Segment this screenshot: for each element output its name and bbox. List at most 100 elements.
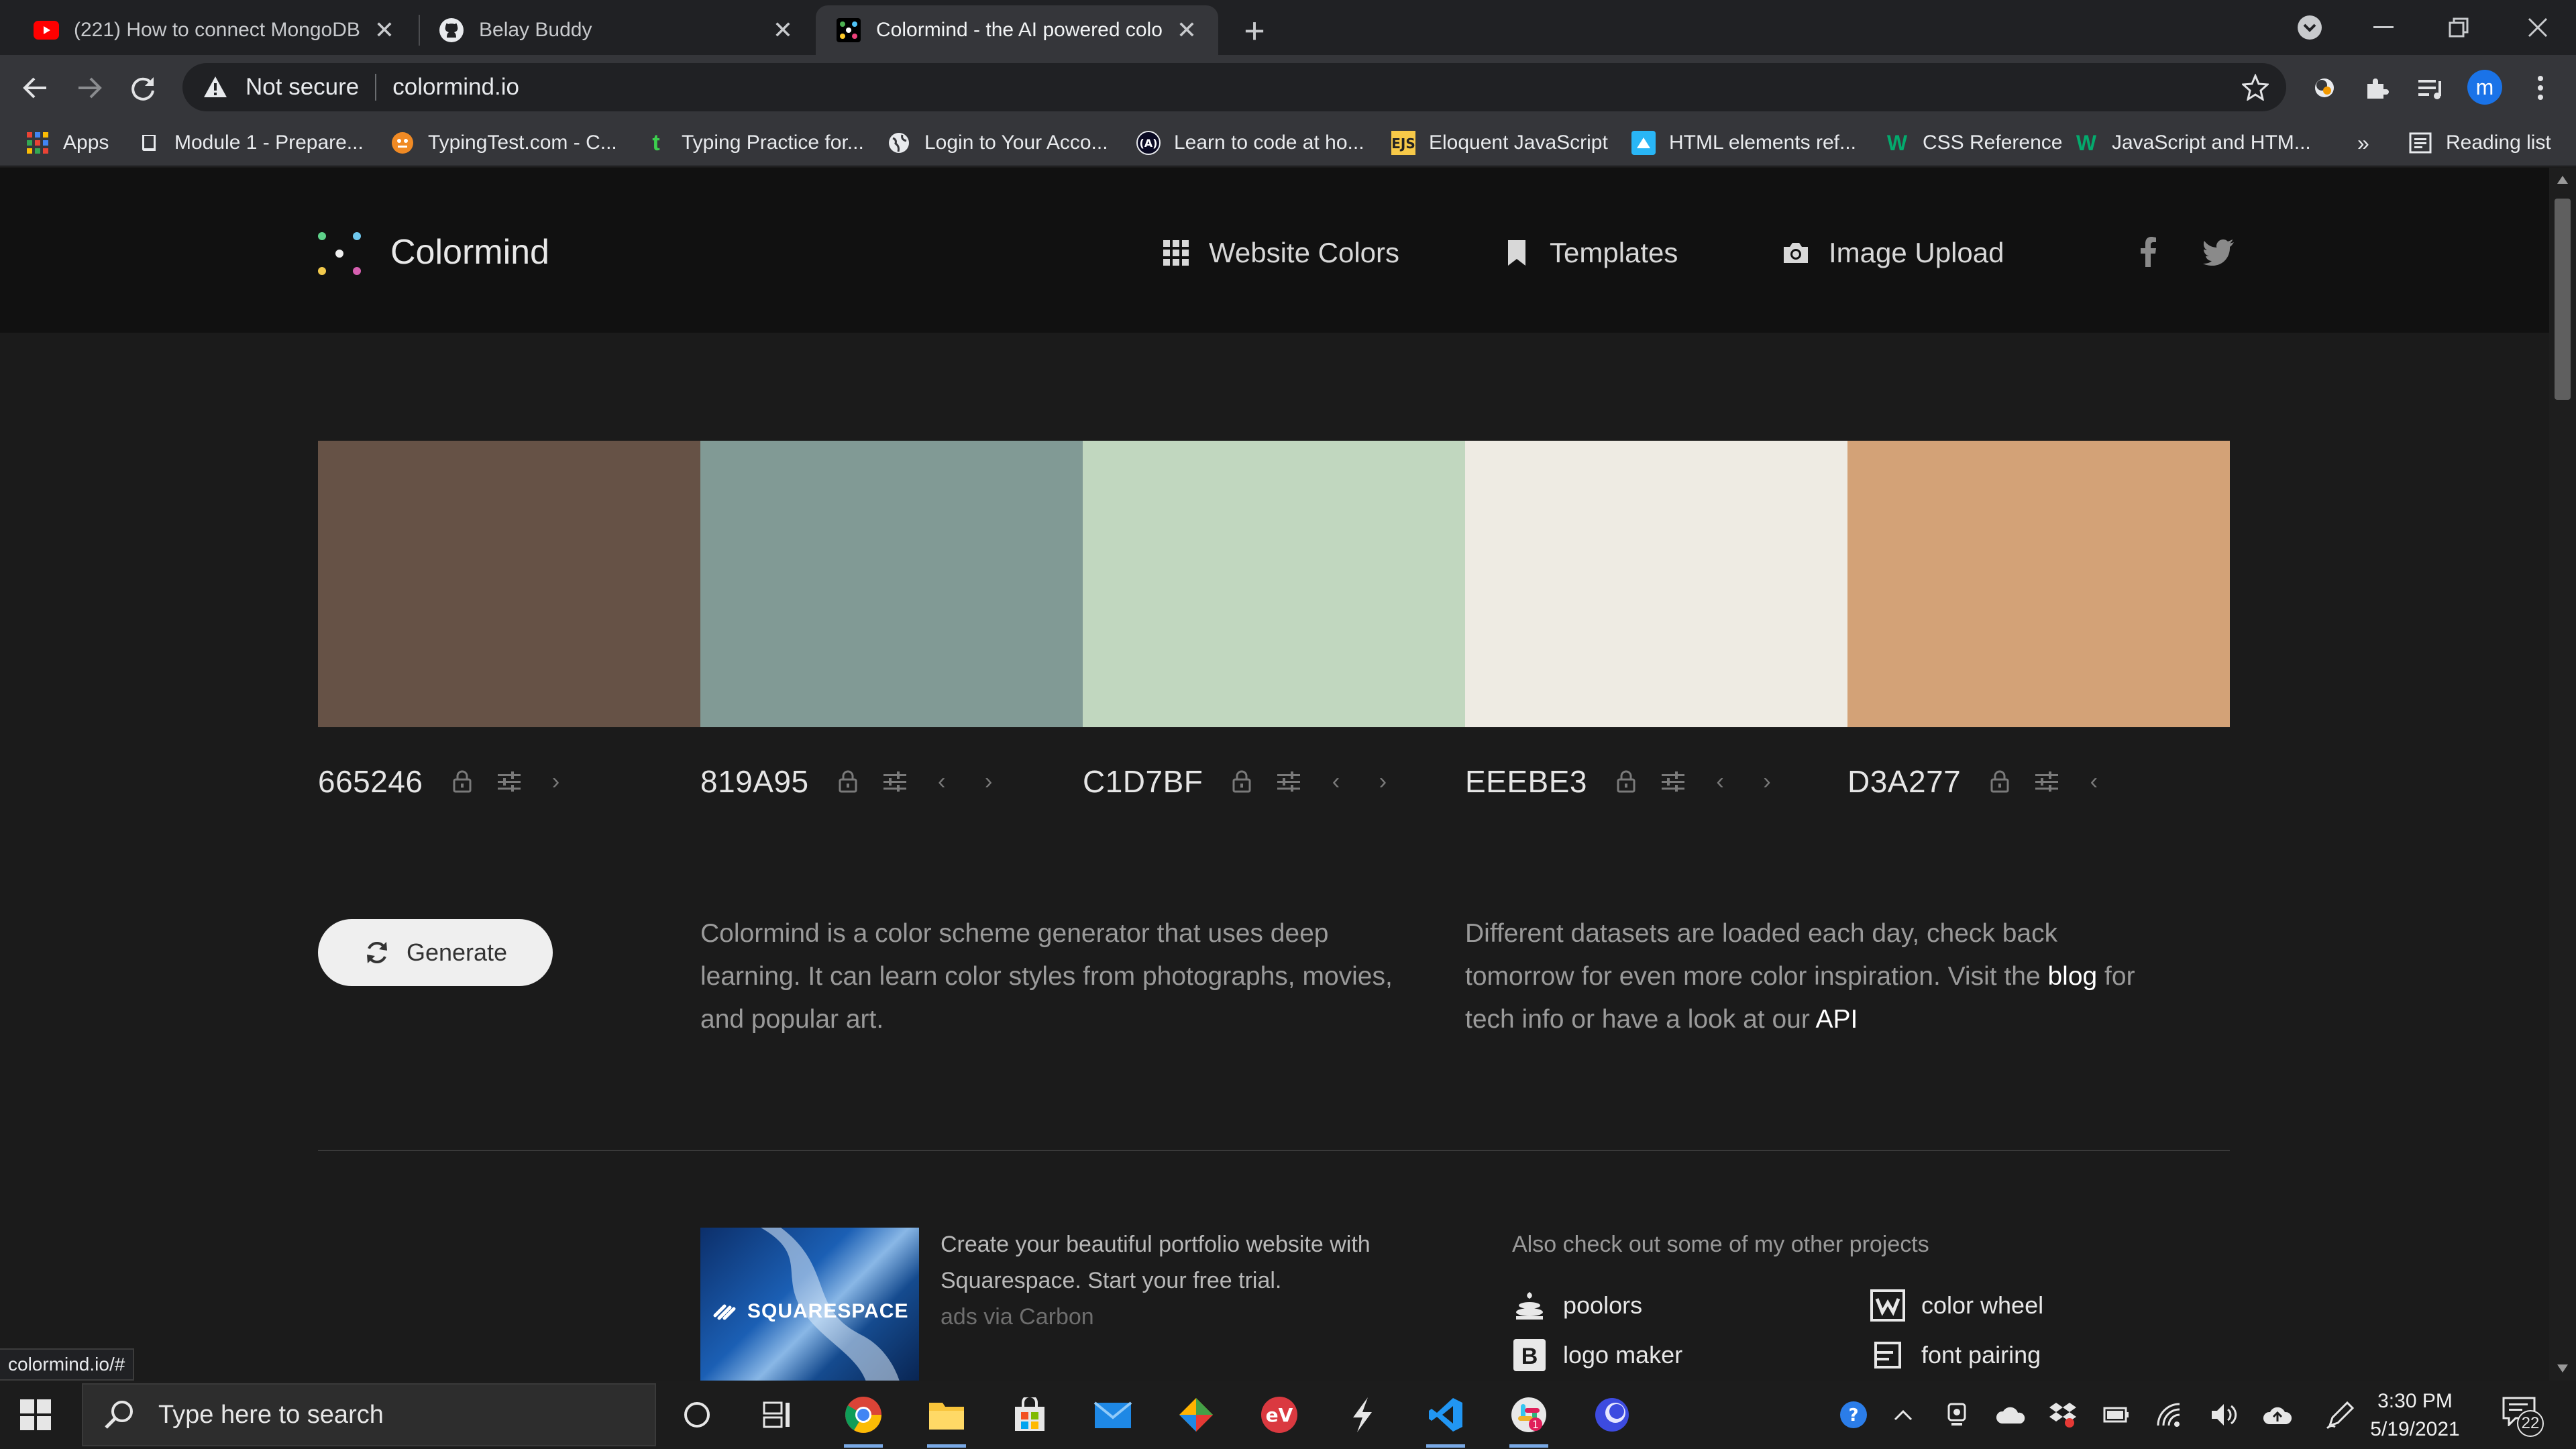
sliders-icon[interactable] (880, 767, 910, 796)
sliders-icon[interactable] (1658, 767, 1688, 796)
bookmark-eloquent-js[interactable]: EJS Eloquent JavaScript (1391, 127, 1608, 158)
color-swatch[interactable] (1083, 441, 1465, 727)
ad-via[interactable]: ads via Carbon (941, 1299, 1437, 1335)
chevron-right-icon[interactable]: › (1752, 767, 1782, 796)
url-text[interactable]: colormind.io (392, 74, 519, 101)
media-control-icon[interactable] (2414, 71, 2447, 105)
reload-button[interactable] (119, 64, 166, 111)
chevron-left-icon[interactable]: ‹ (2079, 767, 2108, 796)
generate-button[interactable]: Generate (318, 919, 553, 986)
file-explorer-icon[interactable] (922, 1390, 971, 1448)
extensions-puzzle-icon[interactable] (2360, 71, 2394, 105)
tab-youtube[interactable]: (221) How to connect MongoDB ✕ (13, 5, 416, 55)
restore-button[interactable] (2422, 0, 2496, 55)
battery-icon[interactable] (2101, 1399, 2132, 1430)
hex-code[interactable]: 819A95 (700, 763, 809, 800)
notification-center-button[interactable]: 22 (2502, 1397, 2544, 1437)
ad-image[interactable]: SQUARESPACE (700, 1228, 919, 1381)
color-swatch[interactable] (318, 441, 700, 727)
bookmark-javascript-html[interactable]: W JavaScript and HTM... (2074, 127, 2311, 158)
ad-copy[interactable]: Create your beautiful portfolio website … (941, 1226, 1437, 1299)
chevron-up-icon[interactable] (1888, 1399, 1919, 1430)
ad-text[interactable]: Create your beautiful portfolio website … (941, 1226, 1437, 1335)
minimize-button[interactable] (2347, 0, 2420, 55)
project-poolors[interactable]: poolors (1512, 1285, 1642, 1326)
gitkraken-icon[interactable] (1171, 1390, 1221, 1440)
tab-colormind[interactable]: Colormind - the AI powered color ✕ (816, 5, 1218, 55)
chevron-left-icon[interactable]: ‹ (927, 767, 957, 796)
nav-website-colors[interactable]: Website Colors (1162, 232, 1399, 274)
close-tab-icon[interactable]: ✕ (1175, 16, 1198, 44)
color-swatch[interactable] (700, 441, 1083, 727)
expressvpn-icon[interactable]: eV (1254, 1390, 1304, 1440)
bookmark-apps[interactable]: Apps (25, 127, 109, 158)
bookmark-typingtest[interactable]: TypingTest.com - C... (390, 127, 617, 158)
twitter-icon[interactable] (2203, 236, 2235, 268)
webcam-icon[interactable] (1941, 1399, 1972, 1430)
volume-icon[interactable] (2208, 1399, 2239, 1430)
tab-search-button[interactable] (2273, 0, 2347, 55)
hex-code[interactable]: 665246 (318, 763, 423, 800)
scroll-down-arrow-icon[interactable] (2557, 1364, 2568, 1373)
wifi-icon[interactable] (2155, 1399, 2186, 1430)
bookmark-mdn[interactable]: HTML elements ref... (1631, 127, 1856, 158)
back-button[interactable] (12, 64, 59, 111)
bookmark-typing-practice[interactable]: t Typing Practice for... (644, 127, 863, 158)
onedrive-icon[interactable] (1995, 1399, 2026, 1430)
profile-avatar[interactable]: m (2467, 70, 2502, 105)
bookmarks-overflow-button[interactable]: » (2357, 127, 2369, 158)
hex-code[interactable]: D3A277 (1847, 763, 1961, 800)
pen-icon[interactable] (2325, 1399, 2356, 1430)
extension-icon[interactable] (2308, 71, 2341, 105)
forward-button[interactable] (66, 64, 113, 111)
vscode-icon[interactable] (1421, 1390, 1470, 1448)
scrollbar-thumb[interactable] (2555, 199, 2571, 400)
slack-icon[interactable]: 1 (1504, 1390, 1554, 1448)
bookmark-module[interactable]: Module 1 - Prepare... (137, 127, 364, 158)
color-swatch[interactable] (1847, 441, 2230, 727)
microsoft-store-icon[interactable] (1005, 1390, 1055, 1440)
reading-list-button[interactable]: Reading list (2408, 127, 2551, 158)
chevron-right-icon[interactable]: › (1368, 767, 1397, 796)
task-view-icon[interactable] (753, 1390, 802, 1440)
taskbar-search-box[interactable]: Type here to search (82, 1383, 656, 1446)
security-label[interactable]: Not secure (246, 74, 359, 101)
nav-templates[interactable]: Templates (1503, 232, 1678, 274)
hex-code[interactable]: C1D7BF (1083, 763, 1203, 800)
chevron-right-icon[interactable]: › (974, 767, 1004, 796)
address-bar[interactable]: Not secure colormind.io (182, 63, 2286, 111)
close-tab-icon[interactable]: ✕ (373, 16, 396, 44)
bookmark-star-icon[interactable] (2242, 74, 2269, 101)
chrome-taskbar-icon[interactable] (839, 1390, 888, 1448)
page-scrollbar[interactable] (2549, 168, 2576, 1381)
hex-code[interactable]: EEEBE3 (1465, 763, 1587, 800)
cortana-icon[interactable] (672, 1390, 722, 1440)
bookmark-css-reference[interactable]: W CSS Reference (1885, 127, 2063, 158)
scroll-up-arrow-icon[interactable] (2557, 176, 2568, 184)
windows-start-icon[interactable] (20, 1399, 51, 1430)
lock-icon[interactable] (1227, 767, 1256, 796)
lock-icon[interactable] (833, 767, 863, 796)
dropbox-icon[interactable] (2047, 1399, 2078, 1430)
taskbar-clock[interactable]: 3:30 PM 5/19/2021 (2355, 1387, 2475, 1444)
firefox-dev-icon[interactable] (1587, 1390, 1637, 1440)
help-icon[interactable]: ? (1838, 1399, 1869, 1430)
menu-kebab-icon[interactable] (2524, 71, 2557, 105)
blog-link[interactable]: blog (2047, 962, 2097, 991)
colormind-logo-icon[interactable] (315, 229, 364, 278)
color-swatch[interactable] (1465, 441, 1847, 727)
cloud-upload-icon[interactable] (2262, 1399, 2293, 1430)
facebook-icon[interactable] (2133, 236, 2163, 268)
lock-icon[interactable] (1611, 767, 1641, 796)
site-brand[interactable]: Colormind (390, 232, 549, 272)
new-tab-button[interactable]: + (1234, 11, 1275, 51)
sliders-icon[interactable] (1274, 767, 1303, 796)
chevron-left-icon[interactable]: ‹ (1705, 767, 1735, 796)
api-link[interactable]: API (1816, 1005, 1858, 1034)
close-tab-icon[interactable]: ✕ (771, 16, 794, 44)
bookmark-freecodecamp[interactable]: (A) Learn to code at ho... (1136, 127, 1364, 158)
bookmark-login[interactable]: Login to Your Acco... (887, 127, 1108, 158)
project-color-wheel[interactable]: color wheel (1870, 1285, 2043, 1326)
chevron-right-icon[interactable]: › (541, 767, 571, 796)
close-window-button[interactable] (2501, 0, 2575, 55)
